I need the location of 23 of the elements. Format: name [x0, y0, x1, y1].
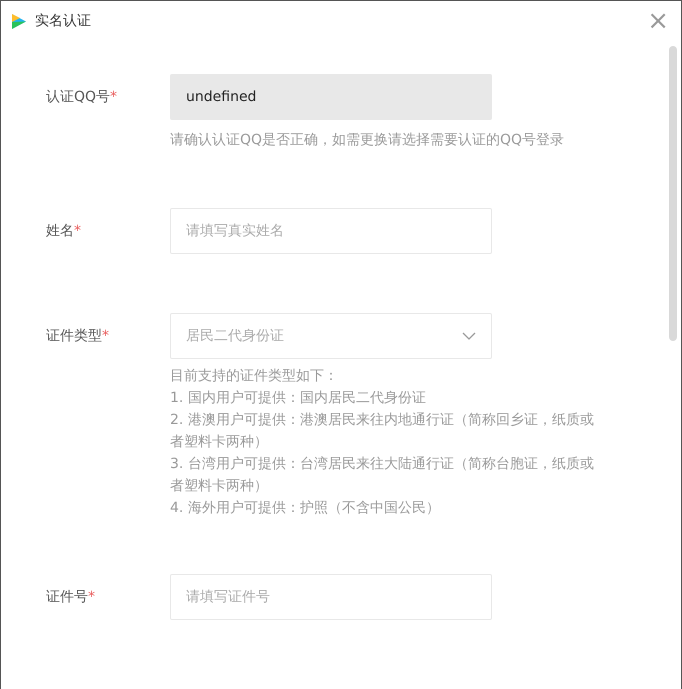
hint-text: 请确认认证QQ是否正确，如需更换请选择需要认证的QQ号登录: [170, 131, 566, 150]
input-field[interactable]: 请填写证件号: [170, 574, 492, 620]
note-text: 4. 海外用户可提供：护照（不含中国公民）: [170, 499, 441, 518]
window-title: 实名认证: [35, 12, 91, 30]
id-type-dropdown[interactable]: 居民二代身份证: [170, 313, 492, 359]
qq-number-field[interactable]: undefined: [170, 74, 492, 120]
required-mark: *: [110, 89, 118, 105]
note-text: 目前支持的证件类型如下：: [170, 367, 339, 386]
scrollbar[interactable]: [669, 46, 677, 341]
field-label: 证件类型: [46, 328, 102, 344]
app-logo-icon: [11, 12, 27, 30]
chevron-down-icon: [462, 332, 476, 340]
field-label: 证件号: [46, 589, 88, 605]
note-text: 1. 国内用户可提供：国内居民二代身份证: [170, 389, 427, 408]
field-label: 认证QQ号: [46, 89, 110, 105]
required-mark: *: [102, 328, 109, 344]
required-mark: *: [74, 223, 81, 239]
required-mark: *: [88, 589, 95, 605]
close-button[interactable]: ×: [641, 8, 675, 34]
field-label: 姓名: [46, 223, 74, 239]
note-text: 3. 台湾用户可提供：台湾居民来往大陆通行证（简称台胞证，纸质或者塑料卡两种）: [170, 455, 595, 496]
input-field[interactable]: 请填写真实姓名: [170, 208, 492, 254]
note-text: 2. 港澳用户可提供：港澳居民来往内地通行证（简称回乡证，纸质或者塑料卡两种）: [170, 411, 595, 452]
